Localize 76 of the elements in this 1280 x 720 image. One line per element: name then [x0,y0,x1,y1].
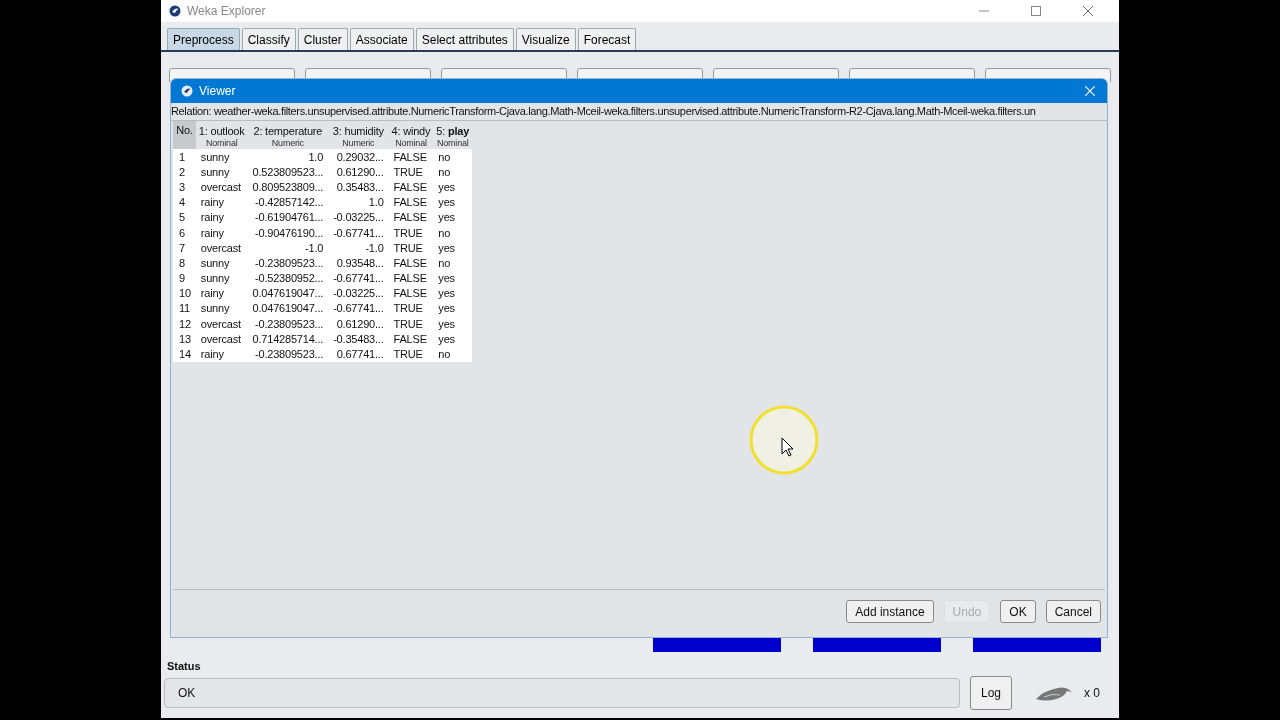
table-cell: FALSE [388,179,434,195]
table-cell: -1.0 [328,240,389,256]
column-type: Nominal [195,137,248,149]
status-label: Status [166,660,202,674]
column-header[interactable]: 1: outlook [195,121,248,137]
table-cell: -0.23809523... [247,316,329,332]
table-cell: overcast [195,240,248,256]
status-message: OK [164,678,960,708]
table-cell: overcast [195,331,248,347]
table-cell: 0.29032... [328,149,389,165]
tab[interactable]: Classify [241,28,296,50]
table-cell: 0.61290... [328,316,389,332]
column-type: Nominal [433,137,473,149]
table-cell: yes [433,331,473,347]
row-number: 1 [173,149,196,165]
table-cell: no [433,255,473,271]
table-cell: yes [433,179,473,195]
table-cell: 0.809523809... [247,179,329,195]
table-cell: sunny [195,149,248,165]
column-header[interactable]: No. [173,121,196,149]
table-cell: no [433,149,473,165]
row-number: 2 [173,164,196,180]
dialog-title: Viewer [199,84,236,98]
tab[interactable]: Select attributes [415,28,514,50]
table-cell: FALSE [388,149,434,165]
table-cell: 0.523809523... [247,164,329,180]
task-count: x 0 [1084,686,1101,700]
column-type: Numeric [247,137,329,149]
close-icon[interactable] [1083,6,1093,16]
table-cell: -1.0 [247,240,329,256]
table-cell: no [433,346,473,362]
dialog-button[interactable]: Add instance [846,600,934,623]
bird-logo-icon [181,85,193,97]
column-type: Nominal [388,137,434,149]
table-cell: 0.35483... [328,179,389,195]
table-cell: yes [433,240,473,256]
row-number: 8 [173,255,196,271]
table-cell: -0.23809523... [247,346,329,362]
bird-logo-icon [169,5,181,17]
table-cell: FALSE [388,331,434,347]
table-cell: TRUE [388,240,434,256]
maximize-icon[interactable] [1031,6,1041,16]
tab[interactable]: Cluster [297,28,348,50]
column-type: Numeric [328,137,389,149]
row-number: 3 [173,179,196,195]
table-cell: sunny [195,164,248,180]
table-cell: 1.0 [247,149,329,165]
table-cell: yes [433,316,473,332]
table-cell: TRUE [388,164,434,180]
table-cell: overcast [195,179,248,195]
table-cell: 0.67741... [328,346,389,362]
log-button[interactable]: Log [970,676,1013,710]
table-cell: TRUE [388,316,434,332]
table-cell: -0.23809523... [247,255,329,271]
cursor-icon [748,404,820,476]
row-number: 7 [173,240,196,256]
tab[interactable]: Forecast [577,28,637,50]
table-cell: -0.35483... [328,331,389,347]
row-number: 13 [173,331,196,347]
tab[interactable]: Preprocess [167,28,240,50]
window-title: Weka Explorer [187,4,266,18]
tab[interactable]: Visualize [515,28,576,50]
row-number: 14 [173,346,196,362]
table-cell: 0.61290... [328,164,389,180]
table-cell: rainy [195,346,248,362]
table-cell: sunny [195,255,248,271]
table-cell: FALSE [388,255,434,271]
dialog-button[interactable]: OK [1000,600,1036,623]
table-cell: overcast [195,316,248,332]
table-cell: 0.714285714... [247,331,329,347]
table-cell: 0.93548... [328,255,389,271]
dialog-button[interactable]: Cancel [1045,600,1101,623]
table-cell: TRUE [388,346,434,362]
tab[interactable]: Associate [349,28,414,50]
table-cell: no [433,164,473,180]
row-number: 12 [173,316,196,332]
